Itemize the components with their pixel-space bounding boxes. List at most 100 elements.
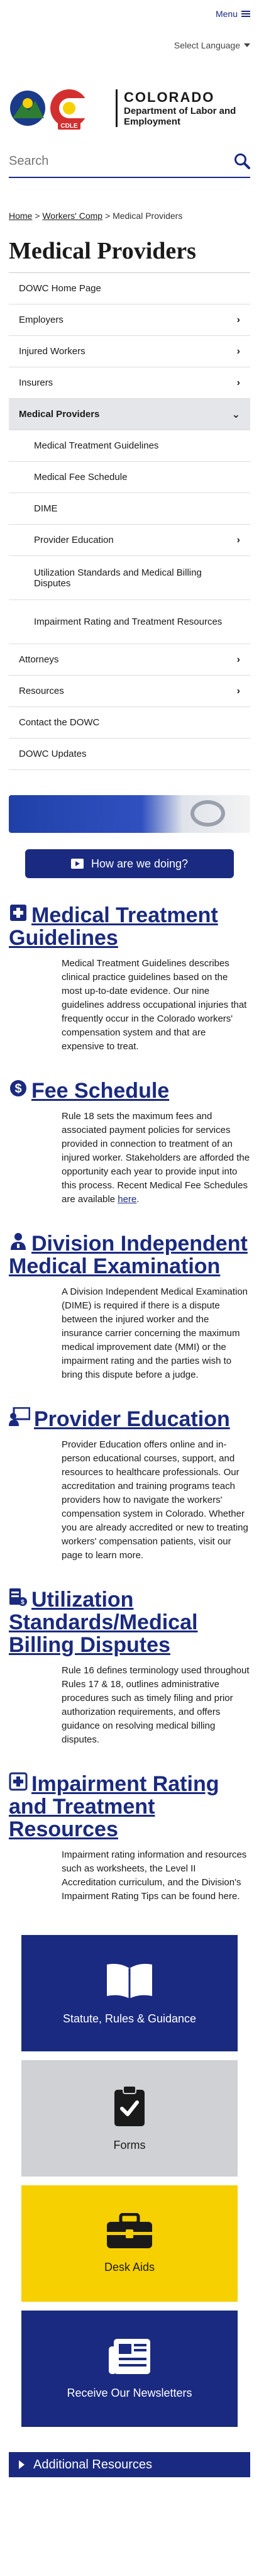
section-body: A Division Independent Medical Examinati… [62, 1286, 248, 1380]
feedback-button[interactable]: How are we doing? [25, 849, 234, 878]
doctor-icon [9, 1232, 28, 1255]
stethoscope-icon [190, 800, 225, 827]
language-label: Select Language [174, 40, 240, 50]
section-provider-education: Provider Education Provider Education of… [0, 1407, 259, 1563]
section-link[interactable]: Medical Treatment Guidelines [9, 903, 218, 950]
section-heading: Division Independent Medical Examination [9, 1232, 250, 1278]
nav-item-injured-workers[interactable]: Injured Workers › [9, 336, 250, 367]
colorado-logo-icon: CDLE [9, 86, 109, 131]
state-name: COLORADO [124, 89, 215, 105]
section-heading: Medical Treatment Guidelines [9, 903, 250, 949]
toolbox-icon [107, 2213, 152, 2248]
nav-item-contact[interactable]: Contact the DOWC [9, 707, 250, 739]
open-book-icon [107, 1963, 152, 1999]
nav-subitem-provider-education[interactable]: Provider Education › [9, 525, 250, 556]
svg-text:$: $ [14, 1082, 21, 1096]
additional-resources-toggle[interactable]: Additional Resources [9, 2452, 250, 2477]
chevron-right-icon: › [236, 314, 240, 325]
card-forms[interactable]: Forms [21, 2060, 238, 2177]
card-label: Forms [113, 2139, 146, 2151]
nav-subitem-impairment-rating[interactable]: Impairment Rating and Treatment Resource… [9, 600, 250, 644]
section-link[interactable]: Fee Schedule [31, 1079, 169, 1103]
chevron-right-icon: › [236, 345, 240, 357]
breadcrumb-home[interactable]: Home [9, 211, 32, 221]
section-body: Medical Treatment Guidelines describes c… [62, 958, 247, 1052]
nav-item-dowc-home[interactable]: DOWC Home Page [9, 273, 250, 304]
feedback-label: How are we doing? [91, 857, 189, 870]
stethoscope-banner-image [9, 795, 250, 833]
nav-subitem-utilization-standards[interactable]: Utilization Standards and Medical Billin… [9, 556, 250, 600]
menu-button[interactable]: Menu [216, 9, 250, 19]
nav-subitem-dime[interactable]: DIME [9, 493, 250, 525]
teacher-icon [9, 1407, 31, 1430]
section-dime: Division Independent Medical Examination… [0, 1232, 259, 1382]
breadcrumb: Home > Workers' Comp > Medical Providers [0, 178, 259, 221]
breadcrumb-workers-comp[interactable]: Workers' Comp [42, 211, 102, 221]
badge-text: CDLE [60, 123, 78, 130]
nav-item-medical-providers[interactable]: Medical Providers ⌄ [9, 399, 250, 430]
section-heading: Provider Education [9, 1407, 250, 1430]
page-title: Medical Providers [9, 238, 196, 264]
additional-resources-label: Additional Resources [33, 2457, 152, 2472]
chevron-right-icon: › [236, 654, 240, 665]
section-impairment-rating: Impairment Rating and Treatment Resource… [0, 1772, 259, 1904]
language-select[interactable]: Select Language [174, 40, 250, 50]
search-bar [9, 145, 250, 178]
section-link[interactable]: Provider Education [34, 1407, 230, 1431]
section-fee-schedule: $ Fee Schedule Rule 18 sets the maximum … [0, 1079, 259, 1207]
breadcrumb-separator: > [35, 211, 40, 221]
nav-item-attorneys[interactable]: Attorneys › [9, 644, 250, 676]
card-statute-rules[interactable]: Statute, Rules & Guidance [21, 1935, 238, 2051]
chevron-right-icon: › [236, 685, 240, 696]
card-label: Desk Aids [104, 2261, 155, 2273]
card-label: Receive Our Newsletters [67, 2387, 192, 2399]
resource-cards: Statute, Rules & Guidance Forms Desk Aid… [0, 1935, 259, 2427]
card-desk-aids[interactable]: Desk Aids [21, 2185, 238, 2302]
hamburger-icon [241, 9, 250, 18]
svg-text:$: $ [21, 1599, 25, 1606]
newspaper-icon [109, 2339, 150, 2374]
section-body: Rule 16 defines terminology used through… [62, 1665, 250, 1745]
chevron-right-icon: › [236, 534, 240, 545]
nav-subitem-fee-schedule[interactable]: Medical Fee Schedule [9, 462, 250, 493]
nav-subitem-treatment-guidelines[interactable]: Medical Treatment Guidelines [9, 430, 250, 462]
card-newsletters[interactable]: Receive Our Newsletters [21, 2311, 238, 2427]
clipboard-check-icon [114, 2085, 145, 2126]
section-body: Rule 18 sets the maximum fees and associ… [62, 1111, 250, 1205]
logo[interactable]: CDLE COLORADO Department of Labor and Em… [0, 78, 259, 138]
nav-item-insurers[interactable]: Insurers › [9, 367, 250, 399]
menu-label: Menu [215, 9, 238, 19]
section-body: Provider Education offers online and in-… [62, 1439, 248, 1561]
nav-item-updates[interactable]: DOWC Updates [9, 739, 250, 770]
billing-icon: $ [9, 1588, 28, 1611]
play-icon [70, 859, 84, 869]
section-heading: $ Utilization Standards/Medical Billing … [9, 1588, 250, 1656]
side-nav: DOWC Home Page Employers › Injured Worker… [9, 272, 250, 770]
card-label: Statute, Rules & Guidance [62, 2012, 197, 2025]
section-heading: Impairment Rating and Treatment Resource… [9, 1772, 250, 1841]
caret-down-icon [244, 43, 250, 47]
section-heading: $ Fee Schedule [9, 1079, 250, 1102]
section-utilization-standards: $ Utilization Standards/Medical Billing … [0, 1588, 259, 1747]
chevron-down-icon: ⌄ [231, 409, 240, 420]
logo-text: COLORADO Department of Labor and Employm… [116, 89, 250, 127]
nav-item-employers[interactable]: Employers › [9, 304, 250, 336]
chevron-right-icon: › [236, 377, 240, 388]
fee-schedule-here-link[interactable]: here [118, 1194, 136, 1205]
section-link[interactable]: Division Independent Medical Examination [9, 1232, 248, 1278]
caret-right-icon [19, 2460, 25, 2469]
section-treatment-guidelines: Medical Treatment Guidelines Medical Tre… [0, 903, 259, 1054]
top-bar: Menu Select Language [0, 0, 259, 50]
nav-item-resources[interactable]: Resources › [9, 676, 250, 707]
section-body: Impairment rating information and resour… [62, 1849, 247, 1902]
section-link[interactable]: Utilization Standards/Medical Billing Di… [9, 1588, 197, 1657]
breadcrumb-separator: > [104, 211, 111, 221]
breadcrumb-current: Medical Providers [113, 211, 183, 221]
search-icon[interactable] [234, 153, 250, 169]
section-link[interactable]: Impairment Rating and Treatment Resource… [9, 1772, 219, 1841]
department-name: Department of Labor and Employment [124, 105, 236, 127]
book-plus-icon [9, 903, 28, 927]
search-input[interactable] [9, 153, 197, 169]
notebook-plus-icon [9, 1772, 28, 1795]
dollar-circle-icon: $ [9, 1079, 28, 1102]
